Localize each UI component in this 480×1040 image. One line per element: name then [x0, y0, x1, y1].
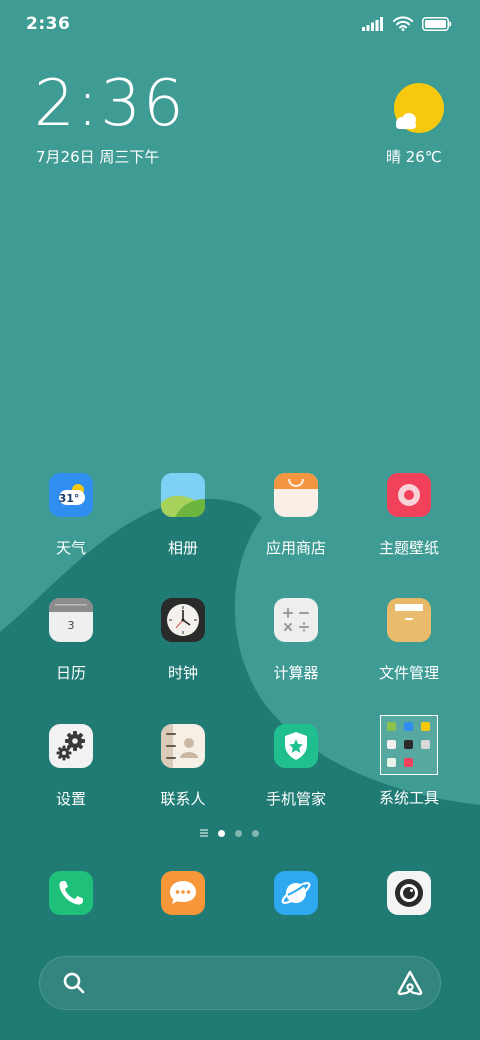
app-weather[interactable]: 31° 天气: [21, 473, 121, 558]
calculator-icon: [274, 598, 318, 642]
status-time: 2:36: [26, 14, 71, 34]
app-file-manager[interactable]: 文件管理: [359, 598, 459, 683]
page-dot-active: [218, 829, 225, 837]
app-store-icon: [274, 473, 318, 517]
app-label: 设置: [55, 790, 86, 808]
app-label: 日历: [55, 664, 86, 682]
app-contacts[interactable]: 联系人: [133, 724, 233, 809]
messages-icon: [161, 871, 205, 915]
app-label: 天气: [55, 539, 86, 557]
phone-icon: [49, 871, 93, 915]
folder-icon: [380, 715, 438, 775]
app-label: 文件管理: [378, 664, 439, 682]
settings-icon: [49, 724, 93, 768]
app-store[interactable]: 应用商店: [246, 473, 346, 558]
wifi-icon: [393, 16, 413, 31]
search-icon: [63, 972, 85, 994]
contacts-icon: [161, 724, 205, 768]
gallery-icon: [161, 473, 205, 517]
app-clock[interactable]: 时钟: [133, 598, 233, 683]
app-label: 系统工具: [378, 789, 439, 807]
weather-icon: 31°: [49, 473, 93, 517]
clock-widget-date[interactable]: 7月26日 周三下午: [36, 146, 159, 167]
status-bar: 2:36: [0, 0, 480, 50]
page-menu-icon: [200, 829, 208, 837]
browser-icon: [274, 871, 318, 915]
weather-sun-cloud-icon[interactable]: [390, 82, 446, 138]
app-system-tools-folder[interactable]: 系统工具: [359, 715, 459, 808]
clock-widget-time[interactable]: 2:36: [34, 72, 186, 136]
app-label: 主题壁纸: [378, 539, 439, 557]
dock-phone[interactable]: [21, 871, 121, 915]
app-label: 联系人: [160, 790, 206, 808]
calendar-icon: 3: [49, 598, 93, 642]
app-calendar[interactable]: 3 日历: [21, 598, 121, 683]
clock-icon: [161, 598, 205, 642]
battery-icon: [422, 16, 452, 31]
security-icon: [274, 724, 318, 768]
dock-browser[interactable]: [246, 871, 346, 915]
app-calculator[interactable]: 计算器: [246, 598, 346, 683]
search-bar[interactable]: [39, 956, 441, 1010]
weather-icon-badge: 31°: [59, 492, 80, 505]
page-indicator[interactable]: [200, 829, 259, 837]
app-label: 手机管家: [265, 790, 326, 808]
app-label: 时钟: [167, 664, 198, 682]
file-manager-icon: [387, 598, 431, 642]
calendar-icon-date: 3: [68, 619, 75, 632]
signal-icon: [362, 16, 383, 31]
camera-icon: [387, 871, 431, 915]
page-dot: [235, 829, 242, 837]
themes-icon: [387, 473, 431, 517]
app-label: 计算器: [273, 664, 319, 682]
app-themes[interactable]: 主题壁纸: [359, 473, 459, 558]
app-settings[interactable]: 设置: [21, 724, 121, 809]
app-label: 应用商店: [265, 539, 326, 557]
weather-widget-text[interactable]: 晴 26℃: [386, 146, 442, 167]
status-icons: [362, 16, 452, 31]
dock-messages[interactable]: [133, 871, 233, 915]
page-dot: [252, 829, 259, 837]
app-gallery[interactable]: 相册: [133, 473, 233, 558]
assistant-icon[interactable]: [396, 969, 424, 997]
dock-camera[interactable]: [359, 871, 459, 915]
app-security[interactable]: 手机管家: [246, 724, 346, 809]
app-label: 相册: [167, 539, 198, 557]
